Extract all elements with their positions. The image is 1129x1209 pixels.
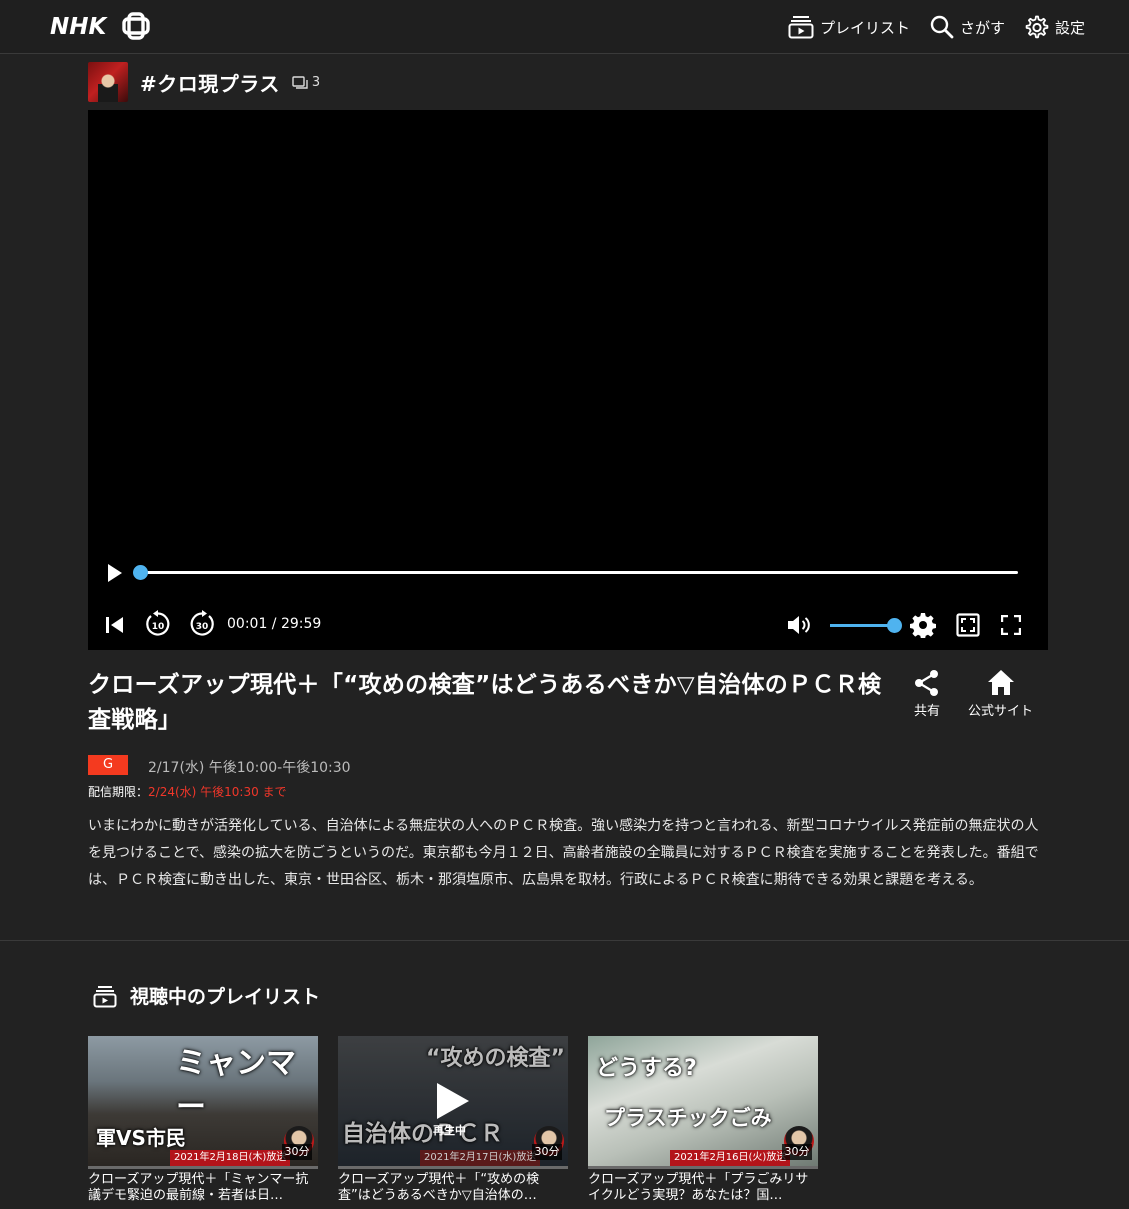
broadcast-date: 2021年2月18日(木)放送 [170,1150,291,1166]
broadcast-time: 2/17(水) 午後10:00-午後10:30 [148,760,351,776]
mute-button[interactable] [786,613,812,641]
thumbnail-caption-bottom: 軍VS市民 [96,1126,186,1150]
nhk-plus-logo[interactable]: NHK [50,12,152,40]
previous-button[interactable] [104,614,126,640]
playlist-card-current[interactable]: “攻めの検査” 自治体のＰＣＲ 再生中 2021年2月17日(水)放送 30分 … [338,1036,568,1206]
nhk-plus-logo-mark: NHK [50,12,150,40]
thumbnail-caption-bottom: プラスチックごみ [604,1106,772,1130]
watch-progress-bar [588,1166,818,1169]
fullscreen-button[interactable] [1000,614,1022,639]
playlist-card[interactable]: どうする? プラスチックごみ 2021年2月16日(火)放送 30分 クローズア… [588,1036,818,1206]
theater-mode-icon [956,613,980,637]
seek-bar-handle[interactable] [133,565,149,580]
watch-progress-bar [338,1166,568,1169]
volume-icon [788,616,810,634]
play-icon [437,1083,469,1119]
fullscreen-icon [1000,614,1022,636]
card-title: クローズアップ現代＋「プラごみリサイクルどう実現？あなたは？国… [588,1172,809,1203]
play-icon [108,564,122,582]
gear-icon [910,613,936,639]
program-title[interactable]: #クロ現プラス [140,68,280,97]
episode-count-value: 3 [311,74,321,90]
volume-slider[interactable] [830,618,902,633]
play-button[interactable] [106,562,124,588]
video-player[interactable]: 10 30 00:01 / 29:59 [88,110,1048,650]
playlist-heading: 視聴中のプレイリスト [92,982,320,1009]
section-divider [0,940,1129,941]
deadline-value: 2/24(水) 午後10:30 まで [148,785,287,799]
official-site-label: 公式サイト [968,704,1034,719]
top-bar: NHK プレイリスト さがす 設定 [0,0,1129,54]
thumbnail-caption-top: ミャンマー [176,1046,296,1125]
nav-playlist-label: プレイリスト [819,18,910,37]
duration-badge: 30分 [532,1144,562,1160]
episode-actions: 共有 公式サイト [912,668,1033,719]
time-display: 00:01 / 29:59 [227,616,322,632]
broadcast-date: 2021年2月16日(火)放送 [670,1150,791,1166]
episode-title: クローズアップ現代＋「“攻めの検査”はどうあるべきか▽自治体のＰＣＲ検査戦略」 [88,672,882,733]
share-label: 共有 [913,704,940,719]
playlist-title: 視聴中のプレイリスト [130,986,321,1008]
episodes-icon [292,75,308,89]
settings-button[interactable] [910,612,936,642]
gear-icon [1025,15,1049,39]
availability-deadline: 配信期限：2/24(水) 午後10:30 まで [88,783,287,800]
thumbnail-caption-top: どうする? [596,1056,697,1081]
rewind-10-icon: 10 [146,610,170,636]
svg-text:10: 10 [152,622,165,632]
card-thumbnail: ミャンマー 軍VS市民 2021年2月18日(木)放送 30分 [88,1036,318,1166]
nav-search-label: さがす [959,18,1005,37]
skip-previous-icon [106,617,123,633]
card-title: クローズアップ現代＋「“攻めの検査”はどうあるべきか▽自治体の… [338,1172,540,1203]
forward-30-icon: 30 [190,610,214,636]
search-icon [930,15,954,39]
rewind-10-button[interactable]: 10 [144,610,172,642]
home-icon [987,670,1014,695]
official-site-button[interactable]: 公式サイト [968,668,1033,719]
card-thumbnail: どうする? プラスチックごみ 2021年2月16日(火)放送 30分 [588,1036,818,1166]
duration-badge: 30分 [782,1144,812,1160]
playlist-icon [788,16,814,39]
forward-30-button[interactable]: 30 [188,610,216,642]
duration-badge: 30分 [282,1144,312,1160]
playlist-card[interactable]: ミャンマー 軍VS市民 2021年2月18日(木)放送 30分 クローズアップ現… [88,1036,318,1206]
program-thumbnail[interactable] [88,62,128,102]
card-thumbnail: “攻めの検査” 自治体のＰＣＲ 再生中 2021年2月17日(水)放送 30分 [338,1036,568,1166]
thumbnail-caption-top: “攻めの検査” [426,1046,565,1071]
episode-count: 3 [292,75,320,90]
now-playing-label: 再生中 [433,1124,466,1137]
svg-text:30: 30 [196,622,209,632]
thumbnail-caption-bottom: 自治体のＰＣＲ [342,1121,503,1147]
nav-settings[interactable]: 設定 [1025,15,1085,39]
watch-progress-bar [88,1166,318,1169]
seek-bar[interactable] [133,565,1018,580]
header-nav: プレイリスト さがす 設定 [788,0,1085,54]
nav-settings-label: 設定 [1054,18,1085,37]
broadcast-date: 2021年2月17日(水)放送 [420,1150,541,1166]
share-button[interactable]: 共有 [912,668,942,719]
playlist-icon [93,985,117,1007]
volume-handle[interactable] [887,618,902,633]
deadline-label: 配信期限： [88,785,149,799]
program-header: #クロ現プラス 3 [88,61,320,103]
nav-search[interactable]: さがす [930,15,1005,39]
share-icon [915,670,938,696]
theater-mode-button[interactable] [956,613,980,641]
playlist-cards: ミャンマー 軍VS市民 2021年2月18日(木)放送 30分 クローズアップ現… [88,1036,818,1206]
channel-badge: G [88,755,128,775]
nav-playlist[interactable]: プレイリスト [788,15,910,39]
svg-text:NHK: NHK [50,14,108,40]
volume-level [830,624,894,627]
episode-description: いまにわかに動きが活発化している、自治体による無症状の人へのＰＣＲ検査。強い感染… [88,818,1039,888]
card-title: クローズアップ現代＋「ミャンマー抗議デモ緊迫の最前線・若者は日… [88,1172,309,1203]
